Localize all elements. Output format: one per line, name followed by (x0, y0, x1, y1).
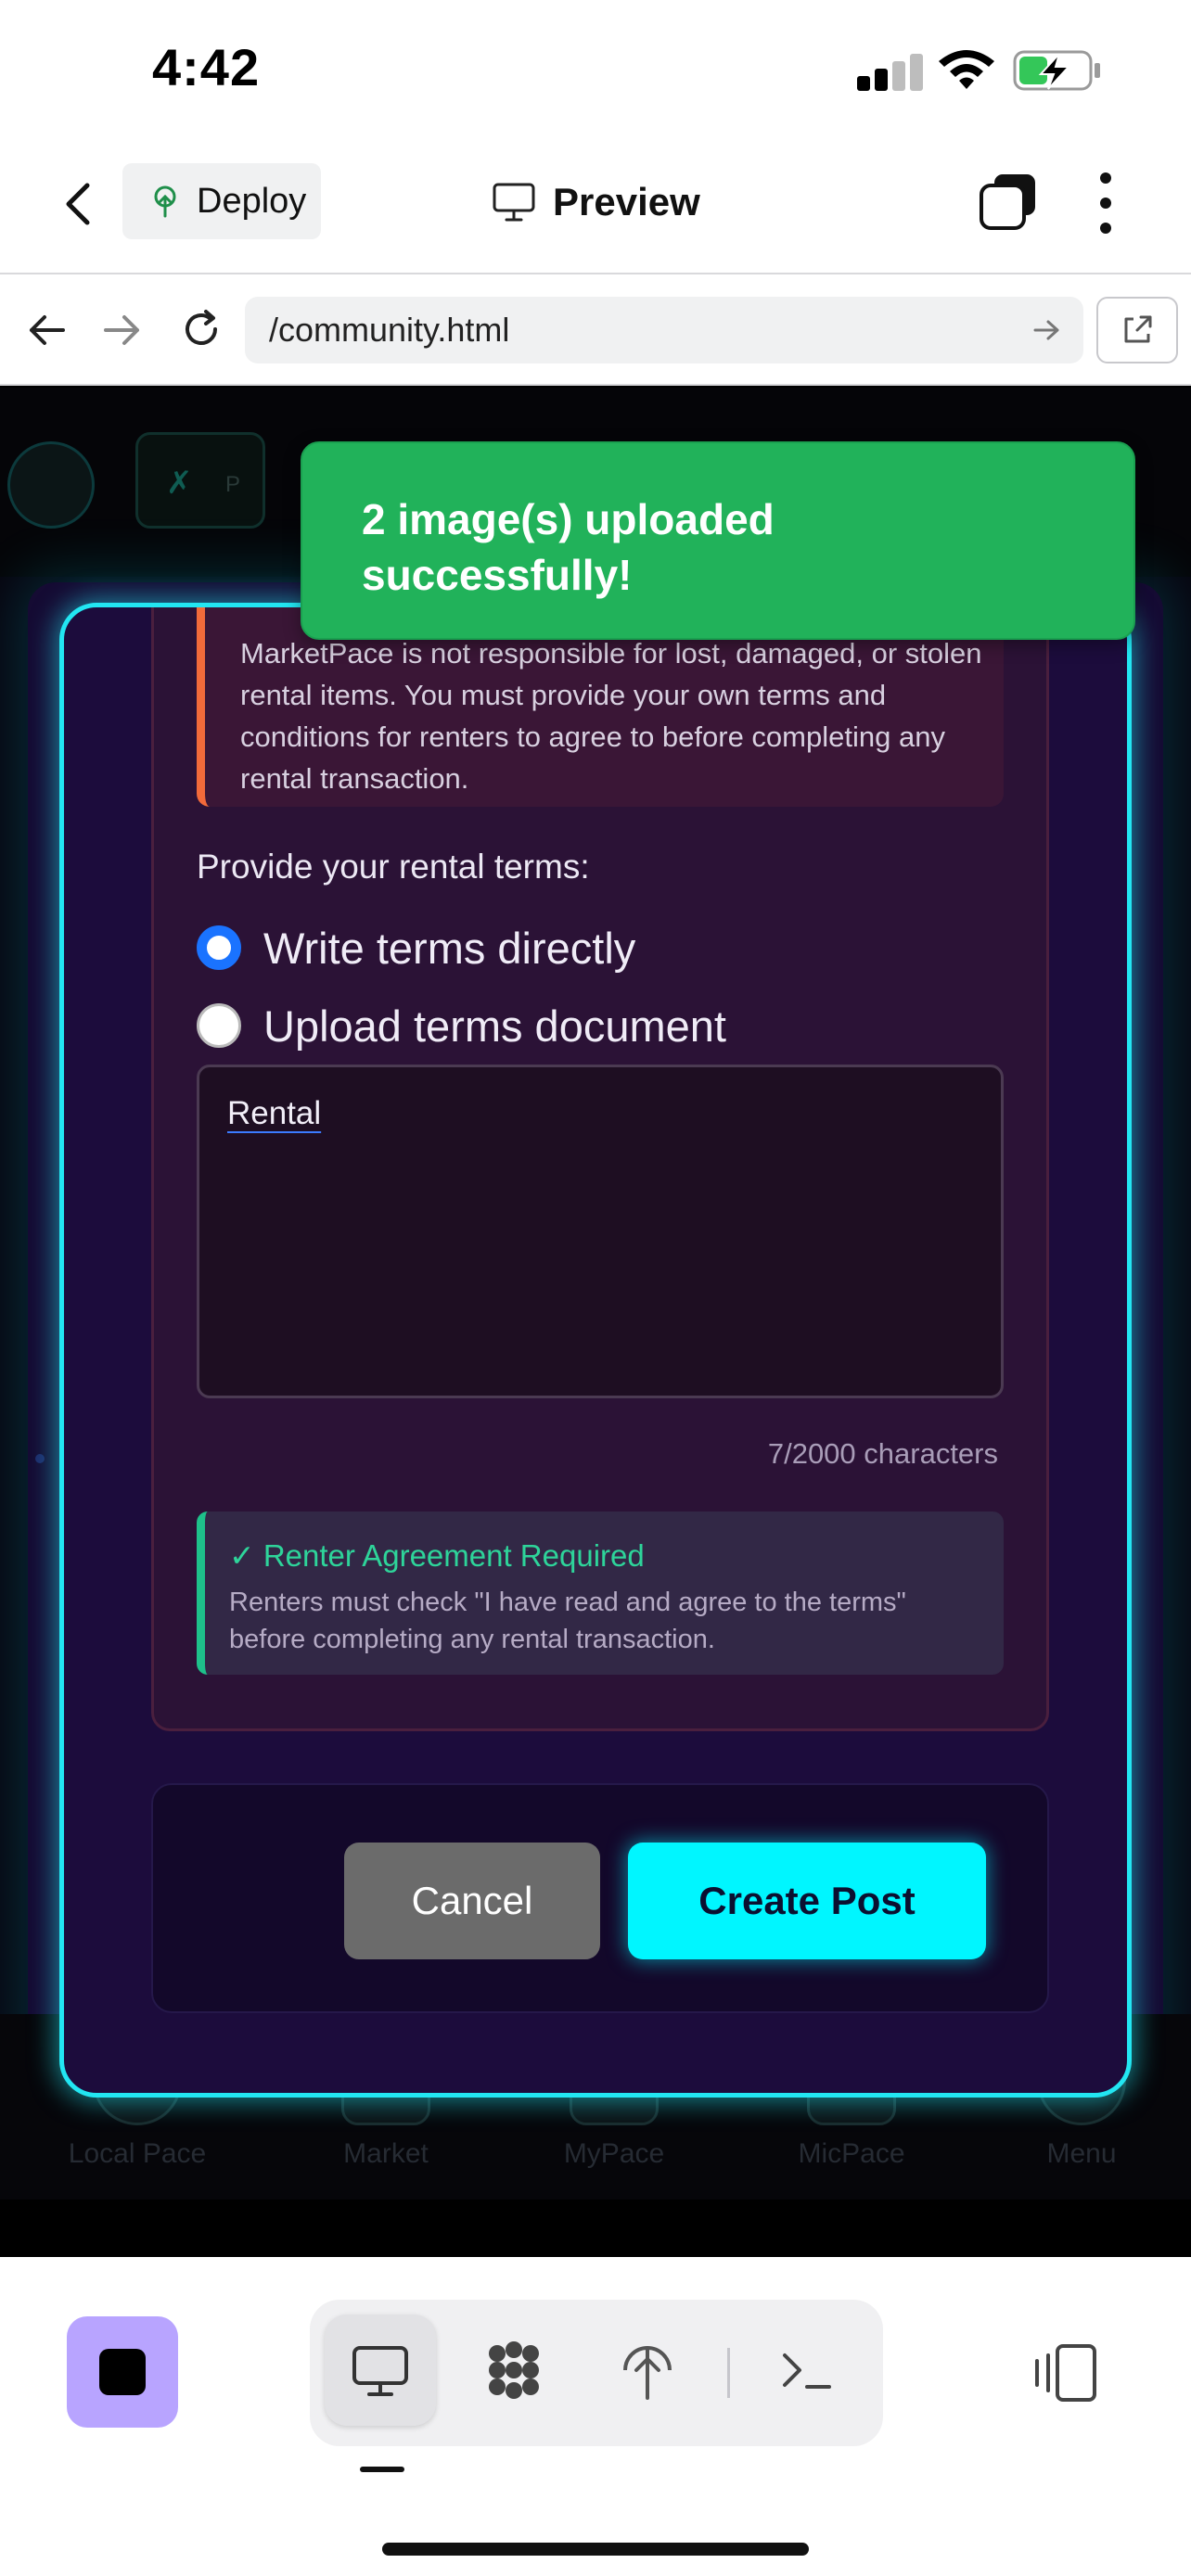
rental-terms-section: MarketPace is not responsible for lost, … (151, 607, 1049, 1731)
open-external-button[interactable] (1096, 297, 1178, 363)
background-chip: ✗ P (135, 432, 265, 529)
home-indicator (382, 2543, 809, 2556)
address-bar: /community.html (0, 274, 1191, 386)
radio-write-terms[interactable]: Write terms directly (197, 920, 635, 976)
go-arrow-icon[interactable] (1033, 319, 1061, 341)
terms-textarea[interactable]: Rental (197, 1065, 1004, 1398)
tabs-icon[interactable] (980, 172, 1037, 230)
radio-selected-icon[interactable] (197, 925, 241, 970)
active-tab-indicator (360, 2467, 404, 2472)
modal-footer: Cancel Create Post (151, 1783, 1049, 2013)
battery-charging-icon (1013, 50, 1100, 91)
character-count: 7/2000 characters (767, 1437, 998, 1470)
background-chip-icon: ✗ (166, 465, 193, 501)
upload-success-toast: 2 image(s) uploaded successfully! (301, 441, 1135, 640)
toast-message: 2 image(s) uploaded successfully! (362, 495, 775, 599)
renter-agreement-notice: ✓ Renter Agreement Required Renters must… (197, 1511, 1004, 1675)
status-bar: 4:42 (0, 0, 1191, 139)
url-text: /community.html (269, 311, 510, 349)
external-link-icon (1124, 315, 1152, 343)
terminal-icon (783, 2353, 831, 2389)
grid-icon (489, 2341, 539, 2399)
view-switcher (310, 2300, 883, 2446)
background-chip-letter: P (225, 472, 241, 497)
wifi-icon (939, 50, 994, 89)
radio-upload-terms[interactable]: Upload terms document (197, 998, 726, 1053)
radio-label: Upload terms document (263, 1001, 726, 1051)
nav-label: Menu (1046, 2138, 1117, 2169)
rotate-device-icon[interactable] (1030, 2340, 1104, 2405)
terms-heading: Provide your rental terms: (197, 848, 590, 886)
background-logo (7, 441, 95, 529)
app-top-bar: Deploy Preview (0, 139, 1191, 274)
cellular-signal-icon (857, 52, 923, 91)
stop-button[interactable] (67, 2316, 178, 2428)
more-options-icon[interactable] (1091, 172, 1121, 234)
monitor-icon (493, 183, 535, 222)
create-post-button[interactable]: Create Post (628, 1843, 986, 1959)
bottom-toolbar (0, 2257, 1191, 2576)
radio-unselected-icon[interactable] (197, 1003, 241, 1048)
nav-label: MyPace (563, 2138, 665, 2169)
deploy-view-button[interactable] (592, 2315, 703, 2426)
background-dot (35, 1454, 45, 1463)
deploy-button[interactable]: Deploy (122, 163, 321, 239)
desktop-icon (352, 2346, 408, 2396)
toolbar-divider (727, 2348, 730, 2398)
agreement-title: ✓ Renter Agreement Required (229, 1538, 645, 1573)
reload-icon[interactable] (178, 306, 224, 352)
agreement-text: Renters must check "I have read and agre… (229, 1588, 906, 1654)
grid-view-button[interactable] (458, 2315, 570, 2426)
nav-label: Market (343, 2138, 429, 2169)
terminal-button[interactable] (751, 2315, 863, 2426)
arrow-back-icon[interactable] (26, 312, 67, 349)
url-input[interactable]: /community.html (245, 297, 1083, 363)
nav-label: MicPace (798, 2138, 905, 2169)
desktop-view-button[interactable] (325, 2315, 436, 2426)
radio-label: Write terms directly (263, 923, 636, 973)
nav-label: Local Pace (68, 2138, 207, 2169)
back-chevron-icon[interactable] (56, 176, 102, 232)
deploy-label: Deploy (197, 181, 307, 221)
stop-icon (99, 2349, 146, 2395)
deploy-tree-icon (623, 2346, 672, 2400)
warning-text: MarketPace is not responsible for lost, … (240, 637, 982, 795)
create-post-modal: MarketPace is not responsible for lost, … (59, 603, 1132, 2098)
viewport-bottom-edge (0, 2200, 1191, 2257)
arrow-forward-icon[interactable] (102, 312, 143, 349)
preview-label: Preview (553, 180, 700, 223)
status-time: 4:42 (152, 38, 261, 96)
preview-title: Preview (492, 174, 700, 230)
cancel-button[interactable]: Cancel (344, 1843, 600, 1959)
deploy-icon (154, 185, 176, 218)
